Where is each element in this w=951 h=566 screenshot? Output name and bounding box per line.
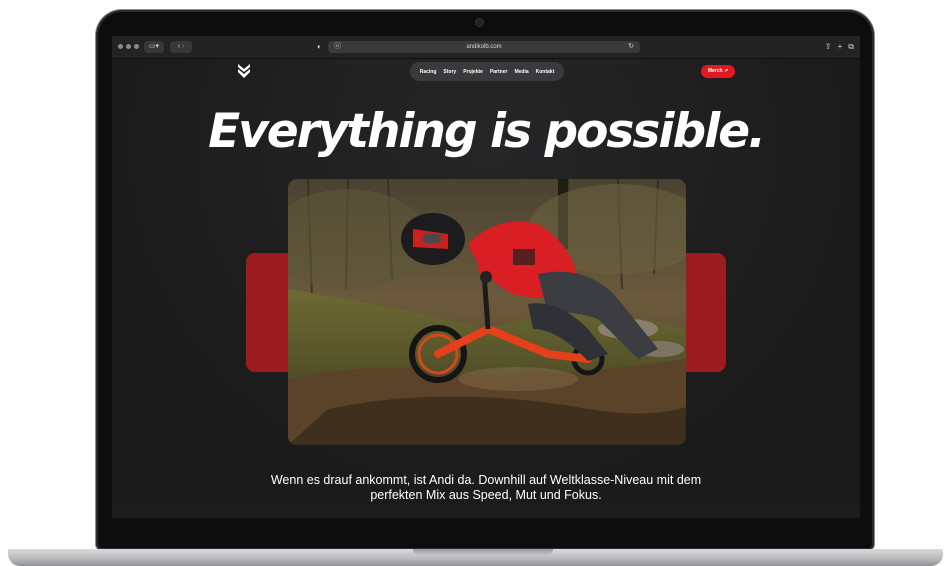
browser-toolbar: ▭▾ ‹ › ◐ ⓤ andikolb.com ↻ ⇪ + ⧉: [112, 36, 860, 59]
plus-icon[interactable]: +: [838, 41, 843, 53]
nav-item-racing[interactable]: Racing: [420, 69, 437, 75]
address-url: andikolb.com: [466, 44, 502, 50]
merch-button[interactable]: Merch ↗: [701, 65, 735, 78]
decorative-red-block-right: [682, 253, 726, 372]
nav-item-partner[interactable]: Partner: [490, 69, 508, 75]
nav-item-kontakt[interactable]: Kontakt: [536, 69, 555, 75]
nav-item-projekte[interactable]: Projekte: [463, 69, 483, 75]
hero-photo: [288, 179, 686, 445]
web-page: Racing Story Projekte Partner Media Kont…: [112, 59, 860, 504]
laptop-screen: ▭▾ ‹ › ◐ ⓤ andikolb.com ↻ ⇪ + ⧉ Racing S…: [112, 36, 860, 504]
decorative-red-block-left: [246, 253, 290, 372]
sidebar-toggle-button[interactable]: ▭▾: [144, 41, 164, 53]
laptop-base-notch: [413, 549, 553, 555]
hero-description: Wenn es drauf ankommt, ist Andi da. Down…: [270, 472, 702, 502]
camera-icon: [476, 19, 483, 26]
hero-title: Everything is possible.: [208, 104, 766, 159]
address-bar[interactable]: ⓤ andikolb.com ↻: [328, 41, 640, 53]
share-icon[interactable]: ⇪: [825, 41, 832, 53]
window-controls[interactable]: [118, 44, 139, 49]
rider-photo-illustration: [288, 179, 686, 445]
close-window-icon[interactable]: [118, 44, 123, 49]
logo-icon[interactable]: [238, 64, 250, 78]
tabs-icon[interactable]: ⧉: [848, 41, 854, 53]
main-navigation: Racing Story Projekte Partner Media Kont…: [410, 62, 564, 81]
reload-icon[interactable]: ↻: [628, 41, 634, 53]
privacy-icon: ⓤ: [334, 43, 341, 50]
sidebar-icon: ▭▾: [148, 43, 160, 50]
toolbar-right-actions: ⇪ + ⧉: [825, 41, 854, 53]
chevron-right-icon[interactable]: ›: [182, 43, 184, 50]
minimize-window-icon[interactable]: [126, 44, 131, 49]
history-nav-buttons[interactable]: ‹ ›: [170, 41, 192, 53]
chevron-left-icon[interactable]: ‹: [178, 43, 180, 50]
nav-item-media[interactable]: Media: [514, 69, 528, 75]
laptop-mockup: ▭▾ ‹ › ◐ ⓤ andikolb.com ↻ ⇪ + ⧉ Racing S…: [0, 0, 951, 566]
screen-bottom-bezel: [112, 504, 860, 518]
nav-item-story[interactable]: Story: [443, 69, 456, 75]
maximize-window-icon[interactable]: [134, 44, 139, 49]
shield-icon[interactable]: ◐: [317, 41, 322, 53]
